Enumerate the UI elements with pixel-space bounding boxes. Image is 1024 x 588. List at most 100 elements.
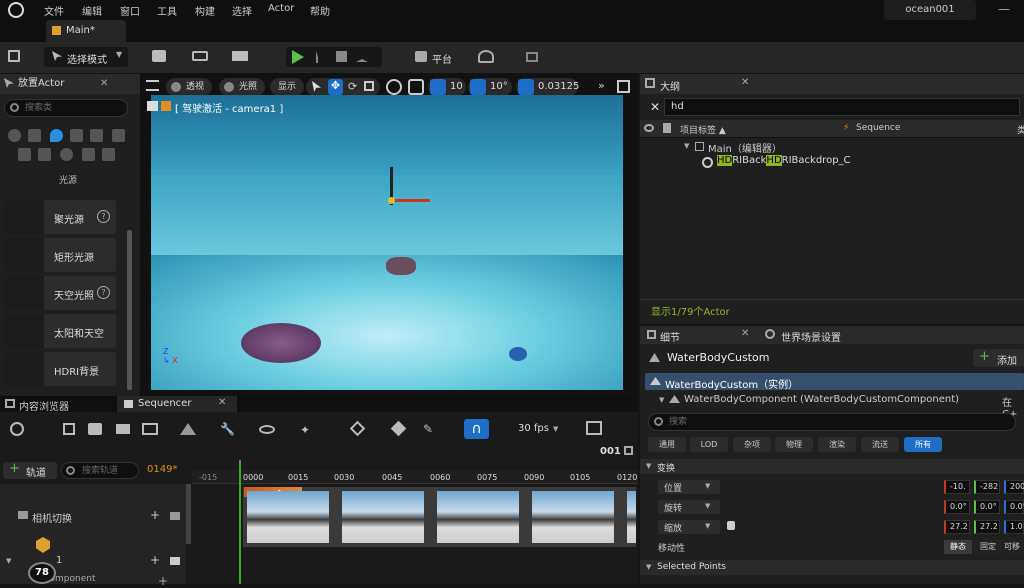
- content-browser-tab[interactable]: 内容浏览器: [19, 398, 69, 413]
- scale-x-field[interactable]: 27.2: [944, 520, 970, 534]
- snap-magnet-icon[interactable]: ∩: [464, 419, 489, 439]
- filter-all[interactable]: 所有: [904, 437, 942, 452]
- details-search-input[interactable]: 搜索: [648, 413, 1016, 431]
- component-label[interactable]: WaterBodyComponent (WaterBodyCustomCompo…: [684, 394, 959, 405]
- perspective-button[interactable]: 透视: [166, 78, 213, 96]
- rotation-y-field[interactable]: 0.0°: [974, 500, 1000, 514]
- angle-snap-icon[interactable]: [470, 79, 486, 95]
- unreal-logo-icon[interactable]: [8, 2, 24, 18]
- help-icon[interactable]: ?: [97, 286, 110, 299]
- scrollbar[interactable]: [127, 230, 132, 390]
- filter-lod[interactable]: LOD: [690, 437, 728, 452]
- location-x-field[interactable]: -10.: [944, 480, 970, 494]
- clear-search-icon[interactable]: ✕: [650, 100, 660, 114]
- transform-section-header[interactable]: [640, 459, 1024, 474]
- outliner-search-input[interactable]: hd: [664, 98, 1020, 116]
- geometry-icon[interactable]: [112, 129, 125, 142]
- save-icon[interactable]: [8, 50, 20, 62]
- step-icon[interactable]: [316, 51, 328, 63]
- scale-z-field[interactable]: 1.0: [1004, 520, 1024, 534]
- expand-icon[interactable]: ▼: [646, 462, 651, 470]
- scene-render[interactable]: Z ↳ X: [151, 95, 623, 390]
- fps-dropdown[interactable]: 30 fps: [518, 423, 549, 434]
- frame-icon[interactable]: [82, 148, 95, 161]
- move-tool-icon[interactable]: ✥: [328, 79, 343, 95]
- rotation-z-field[interactable]: 0.0°: [1004, 500, 1024, 514]
- list-item-rect-light[interactable]: 矩形光源: [4, 238, 116, 272]
- visibility-icon[interactable]: [644, 124, 654, 132]
- column-sequence[interactable]: Sequence: [856, 123, 900, 133]
- close-icon[interactable]: ✕: [741, 77, 749, 88]
- filter-streaming[interactable]: 流送: [861, 437, 899, 452]
- track-camera[interactable]: 1: [56, 555, 62, 566]
- track-camera-cut[interactable]: 相机切换: [32, 510, 72, 525]
- show-button[interactable]: 显示: [270, 78, 305, 96]
- scale-tool-icon[interactable]: [364, 81, 374, 91]
- close-icon[interactable]: ✕: [218, 397, 226, 408]
- column-type[interactable]: 类: [1017, 123, 1024, 136]
- column-label[interactable]: 项目标签 ▲: [680, 123, 726, 136]
- list-item-hdri[interactable]: HDRI背景: [4, 352, 116, 386]
- gizmo-center[interactable]: [388, 197, 395, 204]
- list-item-sun-sky[interactable]: 太阳和天空: [4, 314, 116, 348]
- location-y-field[interactable]: -282: [974, 480, 1000, 494]
- box-icon[interactable]: [102, 148, 115, 161]
- place-actor-tab[interactable]: 放置Actor ✕: [0, 74, 140, 94]
- camera-small-icon[interactable]: [170, 512, 180, 520]
- platform-label[interactable]: 平台: [432, 51, 452, 66]
- scrollbar[interactable]: [186, 484, 191, 544]
- eject-icon[interactable]: [356, 51, 368, 62]
- scale-snap-icon[interactable]: [518, 79, 534, 95]
- playback-options-icon[interactable]: ✦: [300, 423, 310, 437]
- current-frame[interactable]: 0149*: [147, 464, 177, 475]
- render-icon[interactable]: [142, 423, 158, 435]
- pin-icon[interactable]: [663, 123, 671, 133]
- grid-snap-value[interactable]: 10: [450, 81, 463, 92]
- mobility-static[interactable]: 静态: [944, 540, 972, 554]
- viewport-menu-icon[interactable]: [146, 80, 159, 91]
- grid-snap-icon[interactable]: [430, 79, 446, 95]
- mobility-movable[interactable]: 可移: [1004, 540, 1024, 554]
- rotate-tool-icon[interactable]: ⟳: [348, 80, 357, 93]
- menu-window[interactable]: 窗口: [120, 3, 140, 18]
- tree-main[interactable]: Main（编辑器）: [708, 140, 782, 155]
- add-plus-icon[interactable]: +: [158, 574, 168, 588]
- filter-physics[interactable]: 物理: [775, 437, 813, 452]
- expand-icon[interactable]: ▼: [659, 396, 664, 404]
- cinematics-icon[interactable]: [232, 51, 248, 61]
- mobility-stationary[interactable]: 固定: [974, 540, 1002, 554]
- save-as-icon[interactable]: [88, 423, 102, 435]
- status-badge[interactable]: 78: [28, 562, 56, 584]
- basic-shapes-icon[interactable]: [28, 129, 41, 142]
- playhead[interactable]: [239, 460, 241, 584]
- settings-icon[interactable]: [478, 50, 494, 63]
- filter-rendering[interactable]: 渲染: [818, 437, 856, 452]
- menu-help[interactable]: 帮助: [310, 3, 330, 18]
- save-icon[interactable]: [63, 423, 75, 435]
- lights-category-icon[interactable]: [50, 129, 63, 142]
- camera-icon[interactable]: [116, 424, 130, 434]
- close-icon[interactable]: ✕: [741, 328, 749, 339]
- play-icon[interactable]: [292, 50, 304, 64]
- lock-icon[interactable]: [727, 521, 735, 530]
- more-icon[interactable]: »: [598, 79, 605, 92]
- materials-icon[interactable]: [60, 148, 73, 161]
- menu-build[interactable]: 构建: [195, 3, 215, 18]
- filter-misc[interactable]: 杂项: [733, 437, 771, 452]
- expand-icon[interactable]: ▼: [646, 563, 651, 571]
- curve-editor-icon[interactable]: [586, 421, 602, 435]
- volumes-icon[interactable]: [18, 148, 31, 161]
- scale-y-field[interactable]: 27.2: [974, 520, 1000, 534]
- outliner-title[interactable]: 大纲: [660, 78, 680, 93]
- place-search-input[interactable]: 搜索类: [4, 99, 128, 117]
- world-icon[interactable]: [10, 422, 24, 436]
- layout-icon[interactable]: [617, 80, 630, 93]
- menu-actor[interactable]: Actor: [268, 3, 294, 14]
- filter-general[interactable]: 通用: [648, 437, 686, 452]
- camera-small-icon[interactable]: [170, 557, 180, 565]
- details-tab[interactable]: 细节: [660, 329, 680, 344]
- scale-snap-value[interactable]: 0.03125: [538, 81, 579, 92]
- eye-icon[interactable]: [259, 425, 275, 434]
- blueprint-icon[interactable]: [192, 51, 208, 61]
- gizmo-x-axis[interactable]: [392, 199, 430, 202]
